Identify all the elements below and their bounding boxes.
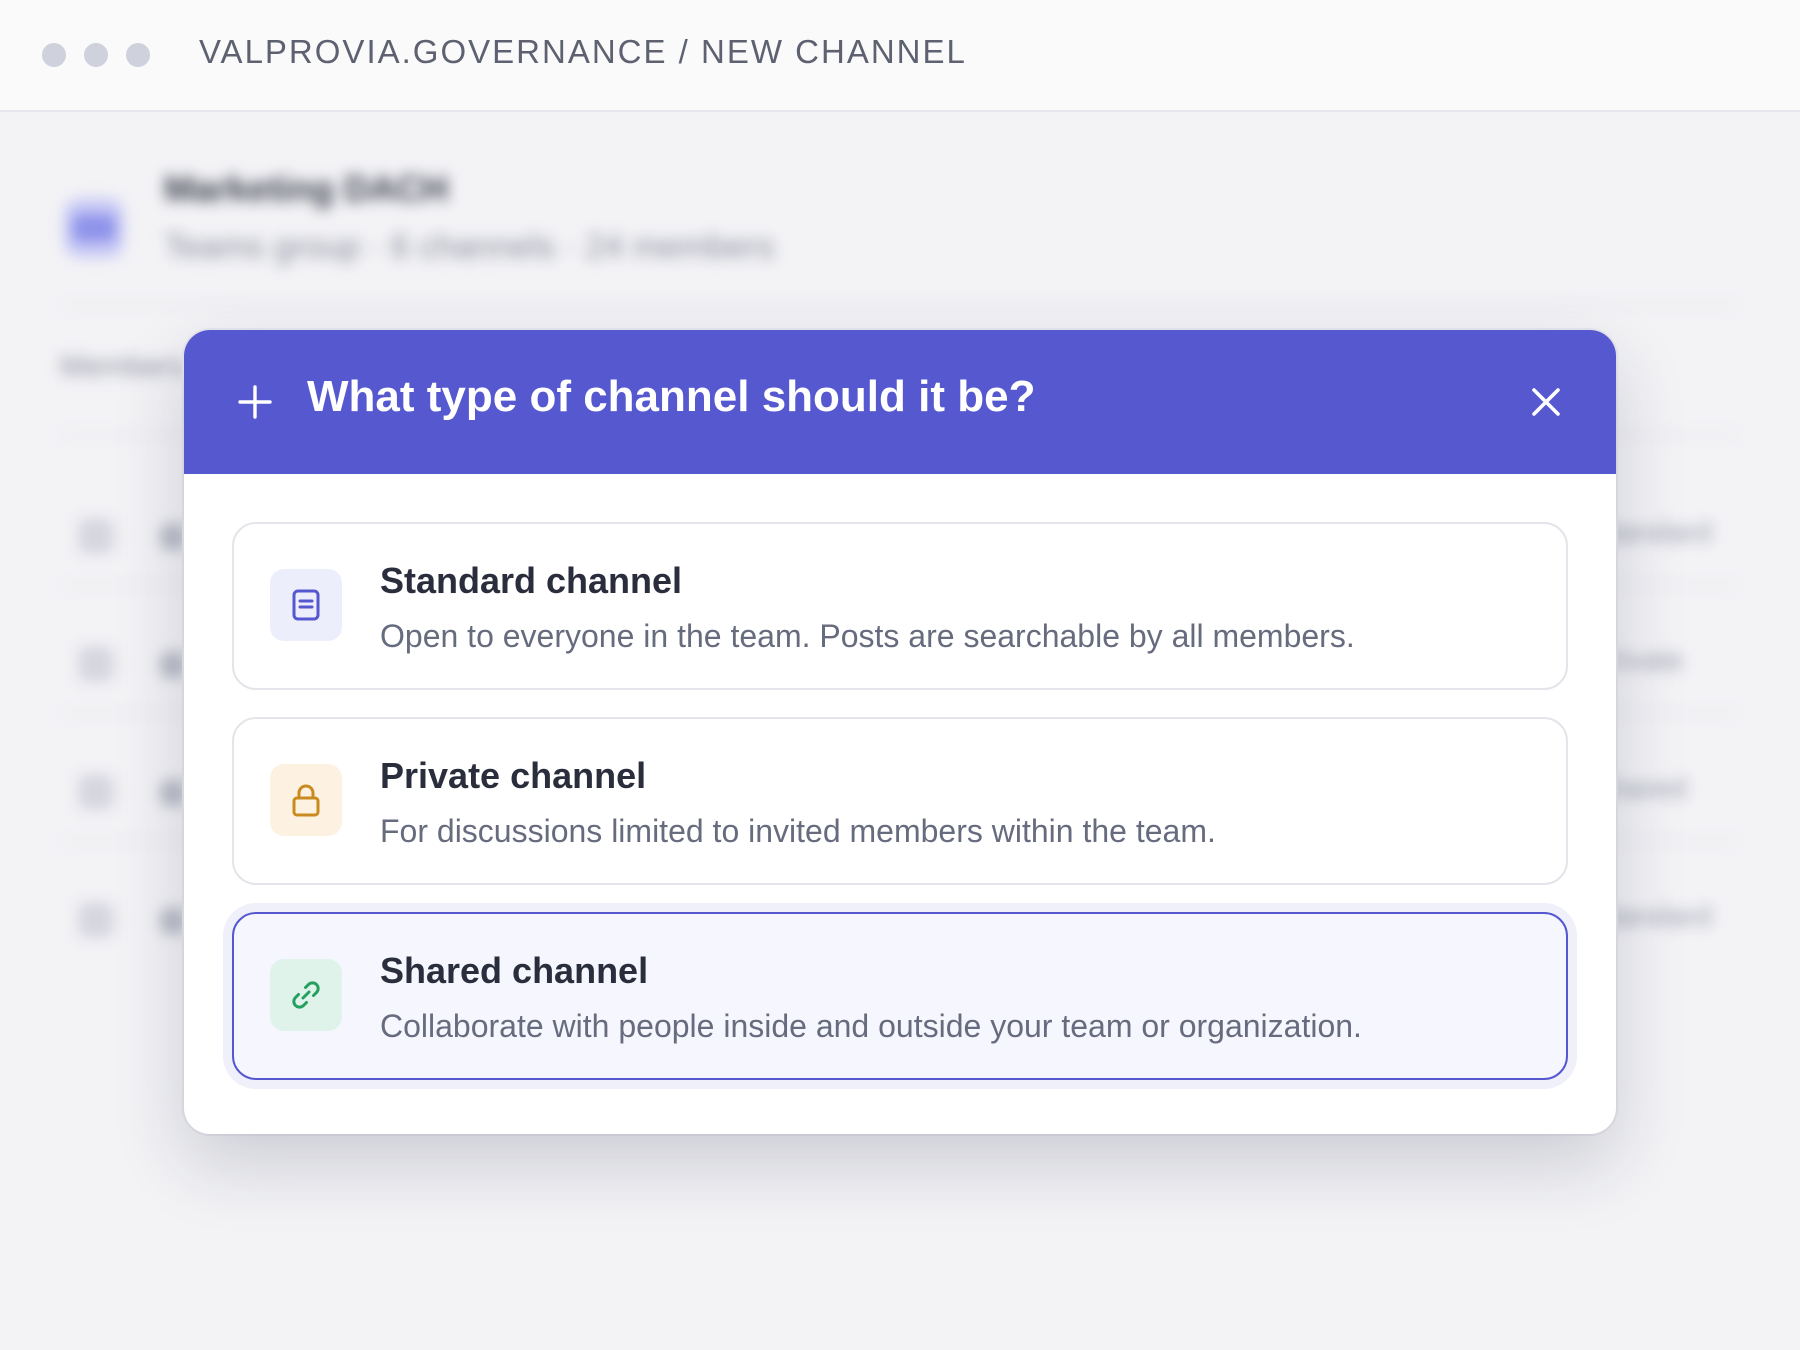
window-zoom-dot[interactable] (126, 43, 150, 67)
document-icon (270, 569, 342, 641)
row-icon (78, 518, 114, 554)
close-icon[interactable] (1526, 382, 1566, 422)
window-minimize-dot[interactable] (84, 43, 108, 67)
option-title: Standard channel (380, 560, 683, 601)
group-meta: Teams group · 6 channels · 24 members (164, 228, 775, 266)
breadcrumb: VALPROVIA.GOVERNANCE / NEW CHANNEL (199, 33, 967, 70)
row-marker (160, 524, 186, 550)
row-icon (78, 774, 114, 810)
title-bar: VALPROVIA.GOVERNANCE / NEW CHANNEL (0, 0, 1800, 112)
link-icon (270, 959, 342, 1031)
option-private-channel[interactable]: Private channel For discussions limited … (232, 717, 1568, 885)
row-icon (78, 646, 114, 682)
channel-type-dialog: What type of channel should it be? Stand… (184, 330, 1616, 1134)
row-marker (160, 908, 186, 934)
dialog-title: What type of channel should it be? (307, 372, 1036, 421)
plus-icon (238, 385, 272, 419)
row-icon (78, 902, 114, 938)
window-close-dot[interactable] (42, 43, 66, 67)
lock-icon (270, 764, 342, 836)
option-title: Private channel (380, 755, 647, 796)
dialog-header: What type of channel should it be? (184, 330, 1616, 474)
row-marker (160, 780, 186, 806)
option-description: Collaborate with people inside and outsi… (380, 1008, 1362, 1044)
option-title: Shared channel (380, 950, 649, 991)
group-avatar-mark (72, 214, 116, 242)
option-description: For discussions limited to invited membe… (380, 813, 1216, 849)
group-name: Marketing DACH (164, 168, 449, 209)
option-shared-channel[interactable]: Shared channel Collaborate with people i… (232, 912, 1568, 1080)
section-label: Members (60, 350, 186, 383)
app-window: VALPROVIA.GOVERNANCE / NEW CHANNEL Marke… (0, 0, 1800, 1350)
row-marker (160, 652, 186, 678)
divider (60, 304, 1740, 306)
option-description: Open to everyone in the team. Posts are … (380, 618, 1355, 654)
option-standard-channel[interactable]: Standard channel Open to everyone in the… (232, 522, 1568, 690)
